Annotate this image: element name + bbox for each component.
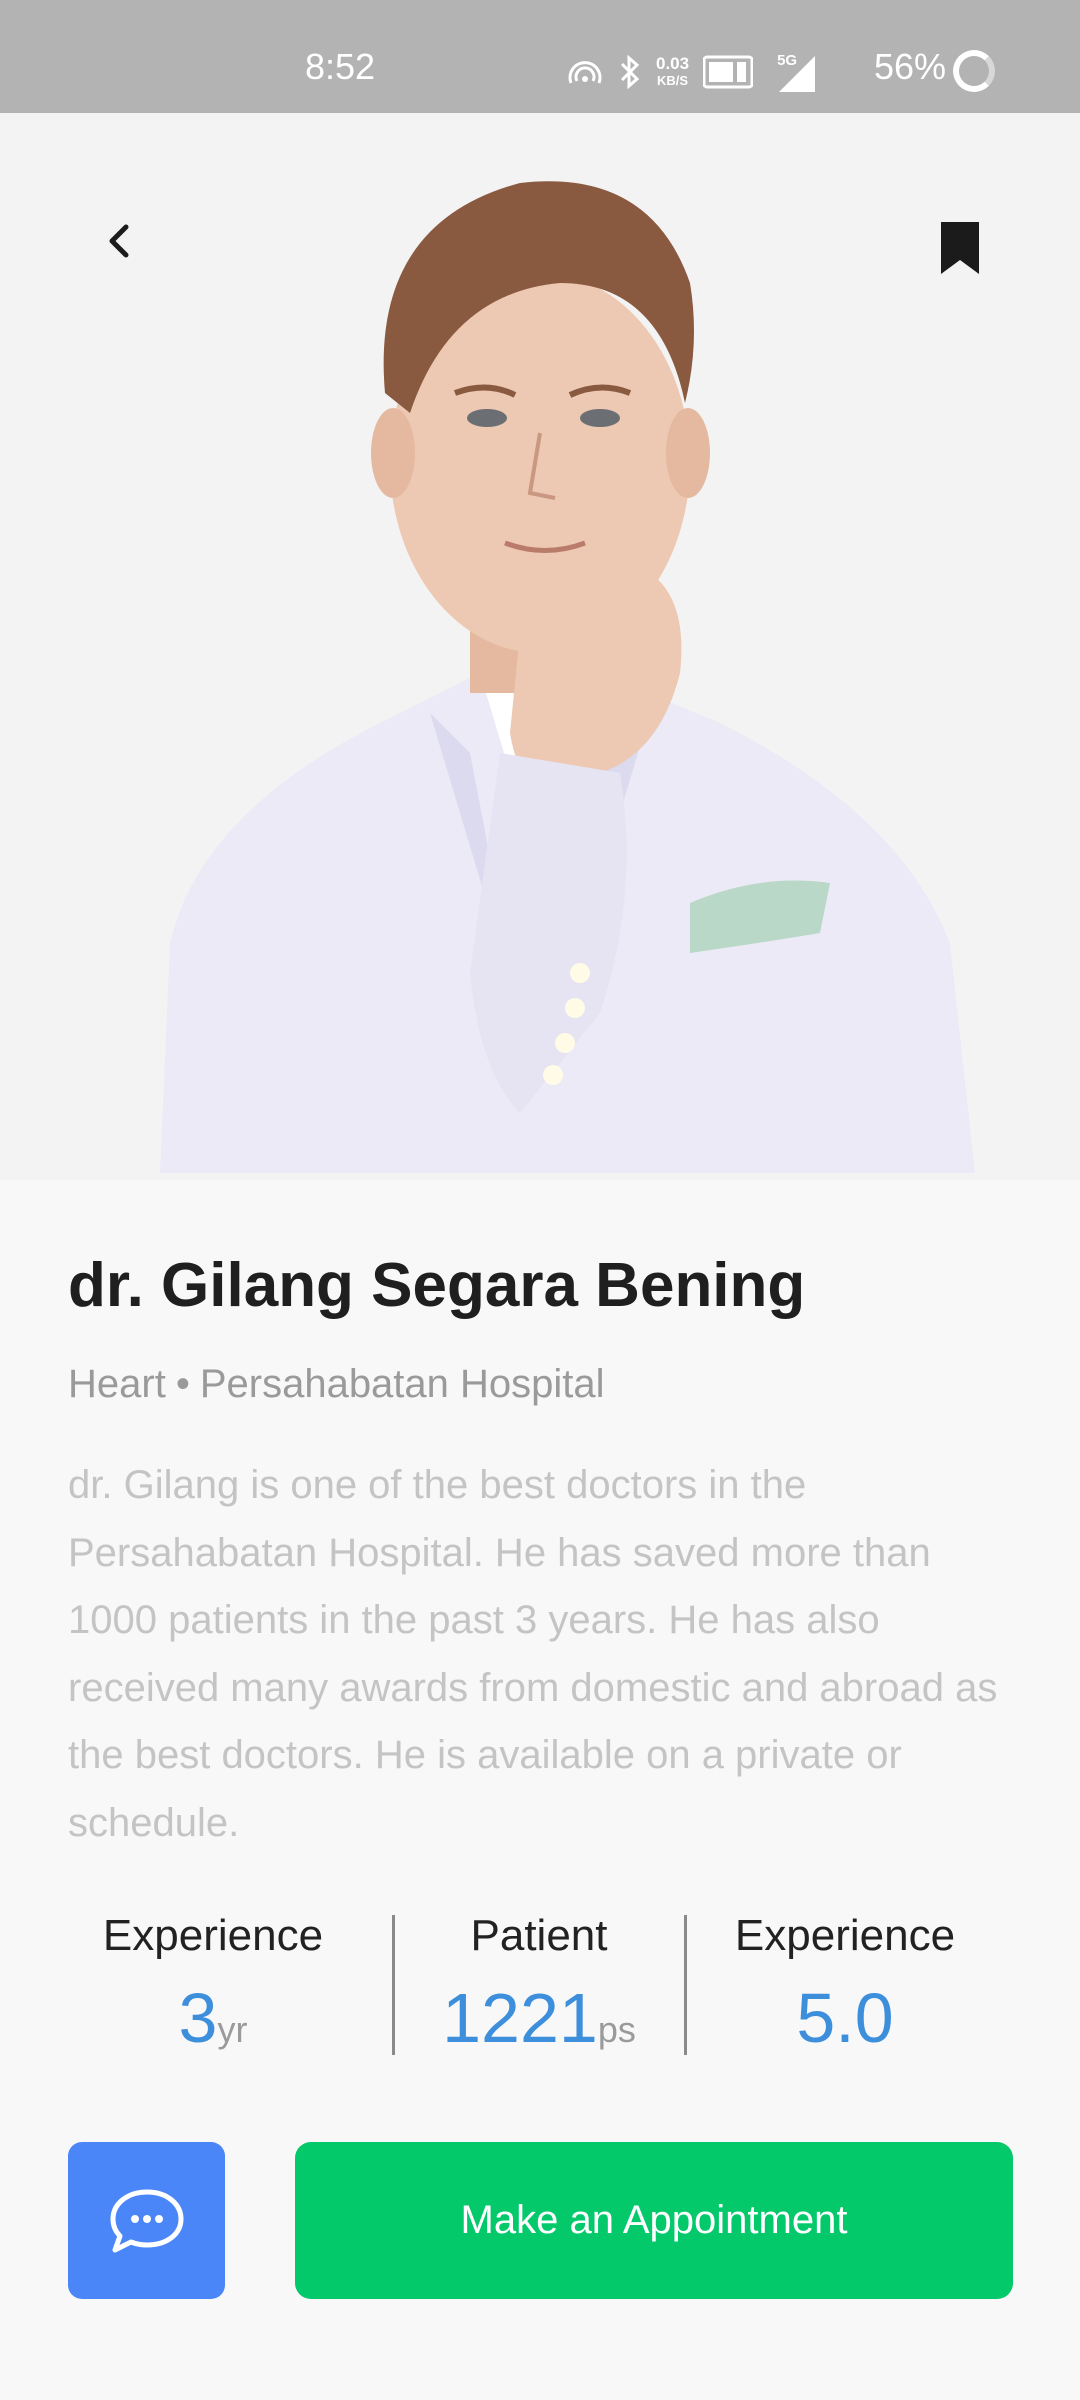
doctor-subtitle: Heart • Persahabatan Hospital <box>68 1362 605 1407</box>
net-speed-value: 0.03 <box>656 54 690 73</box>
bookmark-icon <box>941 222 979 274</box>
bluetooth-icon <box>620 55 640 89</box>
stat-experience: Experience 3yr <box>68 1905 358 2065</box>
stat-unit: yr <box>217 2009 248 2050</box>
doctor-specialty: Heart <box>68 1362 166 1406</box>
stat-divider <box>684 1915 687 2055</box>
stat-patient: Patient 1221ps <box>394 1905 684 2065</box>
status-time: 8:52 <box>305 46 376 87</box>
stat-value: 5.0 <box>700 1983 990 2065</box>
doctor-bio: dr. Gilang is one of the best doctors in… <box>68 1463 998 1845</box>
hotspot-icon <box>568 61 602 84</box>
status-bar: 8:52 0.03 KB/S 5G 56% <box>0 0 1080 113</box>
doctor-name: dr. Gilang Segara Bening <box>68 1251 806 1320</box>
stat-number: 1221 <box>442 1979 598 2057</box>
doctor-photo <box>0 113 1080 1180</box>
chevron-left-icon <box>109 224 129 258</box>
volte-icon <box>703 55 754 89</box>
battery-percent: 56% <box>874 46 947 87</box>
stats-row: Experience 3yr Patient 1221ps Experience… <box>68 1905 1012 2055</box>
separator-dot: • <box>175 1362 190 1406</box>
stat-rating: Experience 5.0 <box>700 1905 990 2065</box>
status-icons: 0.03 KB/S 5G <box>566 44 819 100</box>
stat-label: Patient <box>470 1911 608 1960</box>
doctor-hospital: Persahabatan Hospital <box>199 1362 605 1406</box>
stat-unit: ps <box>597 2009 636 2050</box>
signal-5g: 5G <box>767 52 819 92</box>
bookmark-button[interactable] <box>932 213 988 283</box>
stat-number: 5.0 <box>796 1979 894 2057</box>
back-button[interactable] <box>92 213 148 269</box>
battery-icon <box>953 50 995 92</box>
chat-bubble-icon <box>110 2189 183 2252</box>
stat-value: 3yr <box>68 1983 358 2065</box>
net-speed-unit: KB/S <box>657 73 689 88</box>
stat-value: 1221ps <box>394 1983 684 2065</box>
make-appointment-button[interactable]: Make an Appointment <box>295 2142 1013 2299</box>
chat-button[interactable] <box>68 2142 225 2299</box>
doctor-portrait-image <box>160 181 975 1173</box>
stat-label: Experience <box>734 1911 956 1960</box>
net-speed: 0.03 KB/S <box>656 55 689 89</box>
stat-label: Experience <box>102 1911 324 1960</box>
signal-icon <box>779 56 816 92</box>
stat-number: 3 <box>178 1979 218 2057</box>
